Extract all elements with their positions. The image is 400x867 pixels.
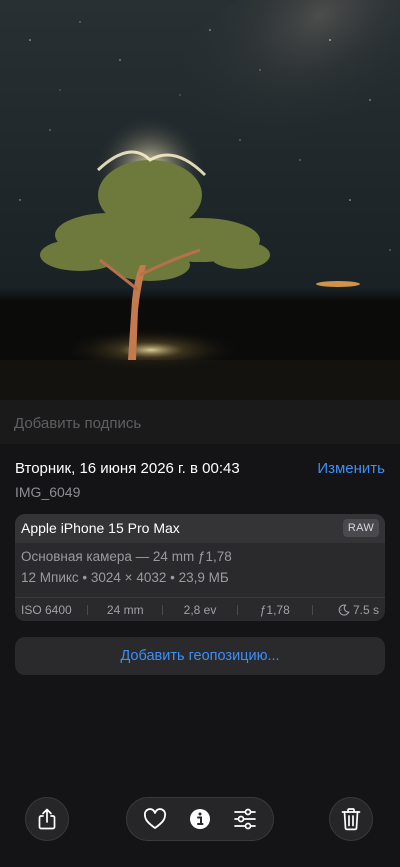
night-tree-photo — [0, 0, 400, 400]
trash-icon — [341, 808, 361, 831]
heart-icon — [144, 808, 167, 829]
toolbar-pill — [126, 797, 274, 841]
caption-area — [0, 400, 400, 444]
exif-exposure-bias: 2,8 ev — [183, 603, 217, 617]
photo-preview[interactable] — [0, 0, 400, 400]
raw-badge: RAW — [342, 519, 379, 537]
delete-button[interactable] — [329, 797, 373, 841]
exif-shutter-group: 7.5 s — [313, 603, 385, 617]
camera-device: Apple iPhone 15 Pro Max — [21, 520, 180, 536]
exif-shutter: 7.5 s — [352, 603, 379, 617]
info-icon — [189, 809, 210, 829]
photo-size: 12 Мпикс • 3024 × 4032 • 23,9 МБ — [21, 570, 229, 585]
share-icon — [38, 808, 56, 830]
info-button[interactable] — [182, 801, 218, 837]
favorite-button[interactable] — [137, 801, 173, 837]
adjust-button[interactable] — [227, 801, 263, 837]
exif-focal: 24 mm — [106, 603, 144, 617]
camera-info-card: Apple iPhone 15 Pro Max RAW Основная кам… — [15, 514, 385, 621]
exif-row: ISO 6400 24 mm 2,8 ev ƒ1,78 7.5 s — [15, 597, 385, 621]
add-location-button[interactable]: Добавить геопозицию... — [15, 637, 385, 675]
share-button[interactable] — [25, 797, 69, 841]
photo-date: Вторник, 16 июня 2026 г. в 00:43 — [15, 460, 240, 477]
photo-filename: IMG_6049 — [15, 484, 81, 500]
exif-aperture: ƒ1,78 — [259, 603, 290, 617]
camera-lens: Основная камера — 24 mm ƒ1,78 — [21, 549, 232, 564]
edit-date-button[interactable]: Изменить — [317, 460, 385, 477]
caption-input[interactable] — [14, 413, 384, 433]
exif-iso: ISO 6400 — [21, 603, 72, 617]
night-mode-icon — [338, 604, 350, 616]
sliders-icon — [233, 808, 256, 830]
camera-card-header: Apple iPhone 15 Pro Max RAW — [15, 514, 385, 543]
